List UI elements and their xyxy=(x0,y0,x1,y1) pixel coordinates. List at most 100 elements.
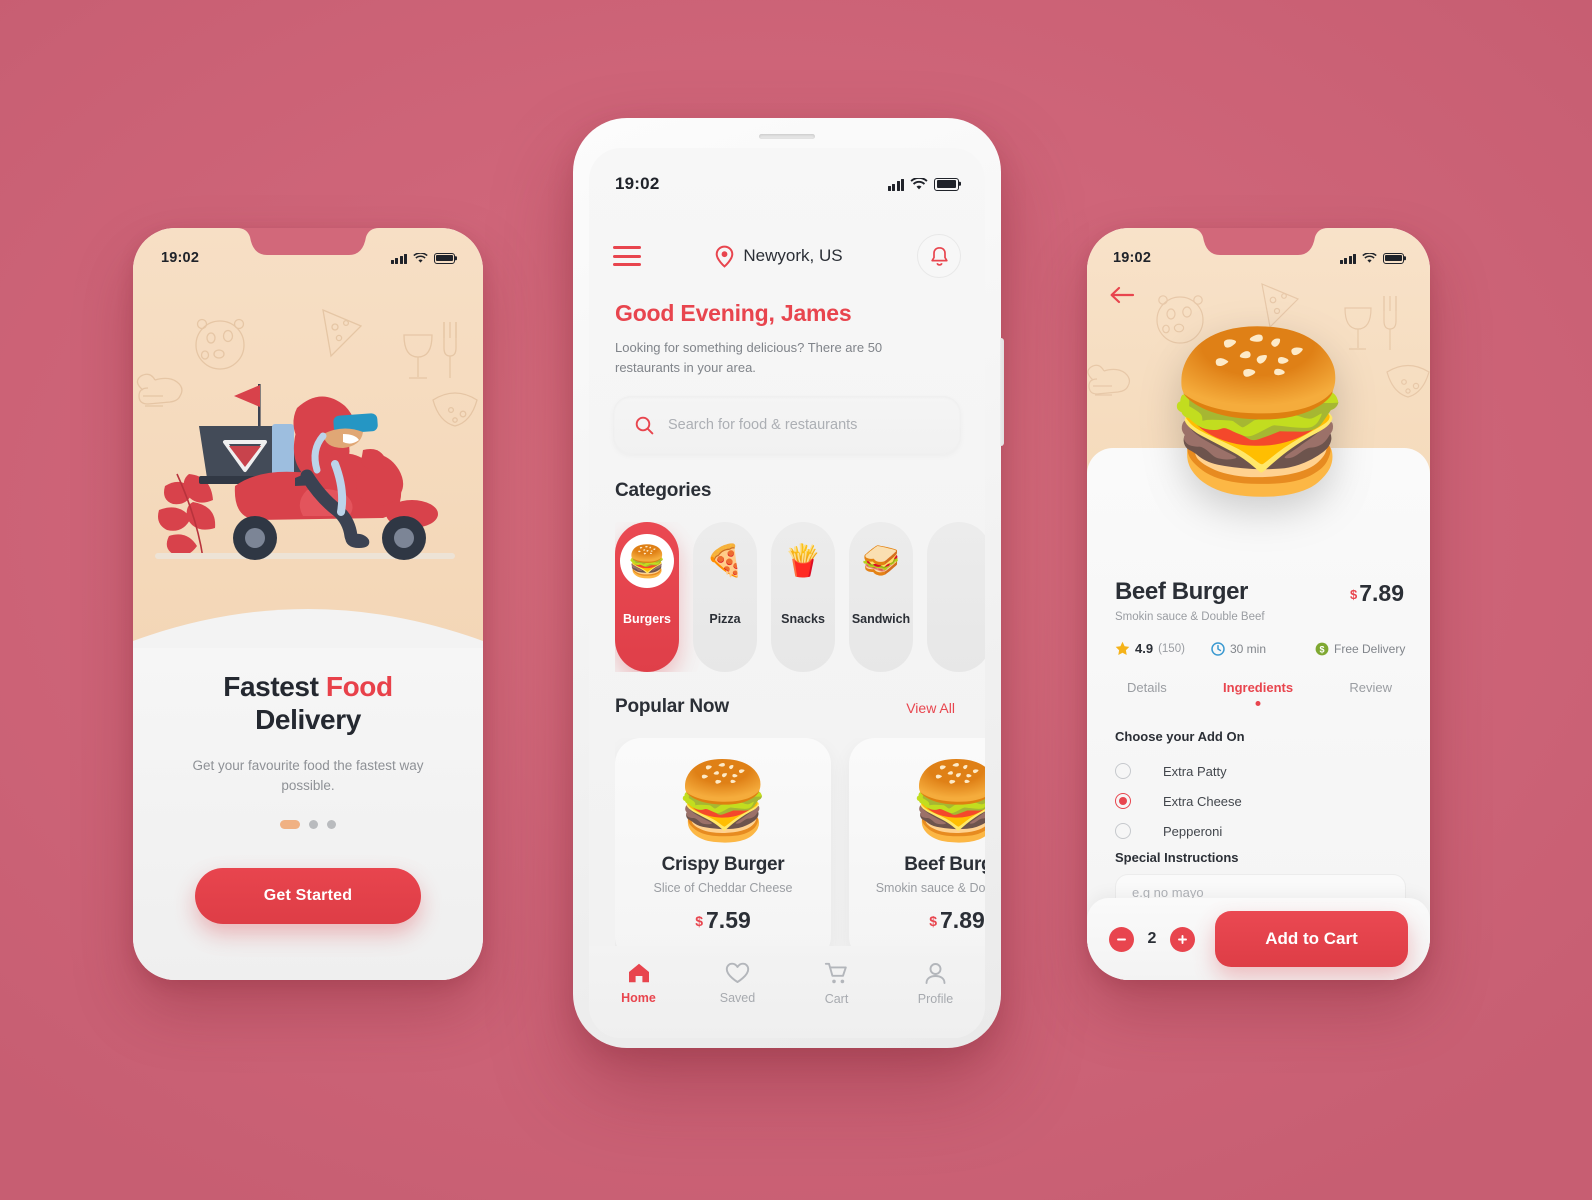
category-label: Snacks xyxy=(781,612,825,626)
dot-1[interactable] xyxy=(280,820,300,829)
menu-icon[interactable] xyxy=(613,246,641,266)
addon-label: Pepperoni xyxy=(1163,823,1223,839)
bell-icon xyxy=(930,246,948,266)
popular-items-list[interactable]: 🍔 Crispy Burger Slice of Cheddar Cheese … xyxy=(615,738,985,962)
power-button[interactable] xyxy=(1000,338,1004,446)
tab-profile[interactable]: Profile xyxy=(886,962,985,1006)
categories-heading: Categories xyxy=(615,480,712,501)
currency-symbol: $ xyxy=(929,913,938,929)
category-item-burgers[interactable]: 🍔 Burgers xyxy=(615,522,679,672)
get-started-button[interactable]: Get Started xyxy=(195,868,421,924)
view-all-link[interactable]: View All xyxy=(906,700,955,716)
radio-icon-selected[interactable] xyxy=(1115,793,1131,809)
radio-icon[interactable] xyxy=(1115,823,1131,839)
search-bar[interactable] xyxy=(613,396,961,454)
rating-count: (150) xyxy=(1158,642,1185,655)
add-to-cart-bar: 2 Add to Cart xyxy=(1087,898,1430,980)
cart-icon xyxy=(824,962,847,984)
addon-label: Extra Cheese xyxy=(1163,793,1242,809)
back-button[interactable] xyxy=(1109,286,1135,309)
food-card-crispy-burger[interactable]: 🍔 Crispy Burger Slice of Cheddar Cheese … xyxy=(615,738,831,962)
home-top-bar: Newyork, US xyxy=(613,234,961,278)
addon-option-extra-cheese[interactable]: Extra Cheese xyxy=(1115,786,1406,816)
popular-heading: Popular Now xyxy=(615,696,729,717)
status-icons xyxy=(1339,252,1404,264)
tab-saved[interactable]: Saved xyxy=(688,962,787,1005)
wifi-icon xyxy=(910,177,928,189)
category-item-sandwich[interactable]: 🥪 Sandwich xyxy=(849,522,913,672)
phone-home: 19:02 Newyork, US Good Evening, James Lo… xyxy=(573,118,1004,1048)
location-selector[interactable]: Newyork, US xyxy=(715,245,843,268)
food-image: 🍔 xyxy=(675,759,771,844)
add-to-cart-button[interactable]: Add to Cart xyxy=(1215,911,1408,967)
status-icons xyxy=(887,177,959,191)
product-price: $7.89 xyxy=(1350,580,1404,607)
rating-value: 4.9 xyxy=(1135,641,1154,656)
addon-option-pepperoni[interactable]: Pepperoni xyxy=(1115,816,1406,846)
search-icon xyxy=(635,416,654,434)
addon-options[interactable]: Extra Patty Extra Cheese Pepperoni xyxy=(1115,756,1406,846)
tab-label: Home xyxy=(621,991,656,1005)
svg-text:$: $ xyxy=(1319,644,1324,654)
decrease-quantity-button[interactable] xyxy=(1109,926,1134,952)
status-bar-onboarding: 19:02 xyxy=(133,250,483,266)
fries-icon: 🍟 xyxy=(783,542,823,578)
category-item-next-partial[interactable] xyxy=(927,522,985,672)
search-input[interactable] xyxy=(668,417,939,433)
food-card-beef-burger[interactable]: 🍔 Beef Burger Smokin sauce & Double Beef… xyxy=(849,738,985,962)
tab-ingredients[interactable]: Ingredients xyxy=(1223,680,1293,695)
tab-home[interactable]: Home xyxy=(589,962,688,1005)
earpiece-speaker xyxy=(759,134,815,139)
status-time: 19:02 xyxy=(161,250,200,266)
greeting-title: Good Evening, James xyxy=(615,300,852,326)
category-label: Pizza xyxy=(709,612,741,626)
category-item-snacks[interactable]: 🍟 Snacks xyxy=(771,522,835,672)
wifi-icon xyxy=(1362,252,1377,263)
dot-3[interactable] xyxy=(327,820,336,829)
person-icon xyxy=(925,963,946,984)
location-pin-icon xyxy=(716,245,734,268)
product-meta-row: 4.9 (150) 30 min $ Free Delivery xyxy=(1115,641,1406,656)
back-arrow-icon xyxy=(1110,286,1135,304)
tab-label: Saved xyxy=(719,991,756,1005)
prep-time-value: 30 min xyxy=(1230,641,1267,656)
category-item-pizza[interactable]: 🍕 Pizza xyxy=(693,522,757,672)
tab-details[interactable]: Details xyxy=(1127,680,1167,695)
addon-heading: Choose your Add On xyxy=(1115,729,1245,744)
cellular-signal-icon xyxy=(1339,253,1356,264)
price-value: 7.89 xyxy=(1359,580,1404,606)
tab-label: Cart xyxy=(824,992,849,1006)
plus-icon xyxy=(1178,934,1187,944)
detail-tabs[interactable]: Details Ingredients Review xyxy=(1113,680,1406,695)
food-desc: Slice of Cheddar Cheese xyxy=(653,881,793,895)
food-name: Crispy Burger xyxy=(661,854,785,875)
dot-2[interactable] xyxy=(309,820,318,829)
wifi-icon xyxy=(413,252,428,263)
cellular-signal-icon xyxy=(887,178,904,191)
onboarding-screen: 19:02 Fastest Food Delivery Get your fav… xyxy=(133,228,483,980)
home-icon xyxy=(628,963,649,983)
notification-button[interactable] xyxy=(917,234,961,278)
status-time: 19:02 xyxy=(1113,250,1152,266)
product-name: Beef Burger xyxy=(1115,578,1248,605)
bottom-tab-bar: Home Saved Cart Profile xyxy=(589,946,985,1038)
currency-symbol: $ xyxy=(1350,587,1358,602)
quantity-value: 2 xyxy=(1147,930,1157,947)
status-icons xyxy=(390,252,455,264)
location-label: Newyork, US xyxy=(743,246,843,265)
food-desc: Smokin sauce & Double Beef xyxy=(875,881,985,895)
clock-icon xyxy=(1211,641,1225,656)
product-detail-screen: 19:02 🍔 Beef Burger $7.89 Smokin sauce &… xyxy=(1087,228,1430,980)
increase-quantity-button[interactable] xyxy=(1170,926,1195,952)
addon-option-extra-patty[interactable]: Extra Patty xyxy=(1115,756,1406,786)
radio-icon[interactable] xyxy=(1115,763,1131,779)
status-time: 19:02 xyxy=(615,174,660,193)
minus-icon xyxy=(1117,938,1126,940)
food-price: $7.59 xyxy=(695,907,751,934)
star-icon xyxy=(1115,641,1130,655)
tab-review[interactable]: Review xyxy=(1349,680,1392,695)
battery-icon xyxy=(934,177,959,191)
tab-cart[interactable]: Cart xyxy=(787,962,886,1006)
category-list[interactable]: 🍔 Burgers 🍕 Pizza 🍟 Snacks 🥪 Sandwich xyxy=(615,522,985,672)
delivery-value: Free Delivery xyxy=(1334,641,1406,656)
